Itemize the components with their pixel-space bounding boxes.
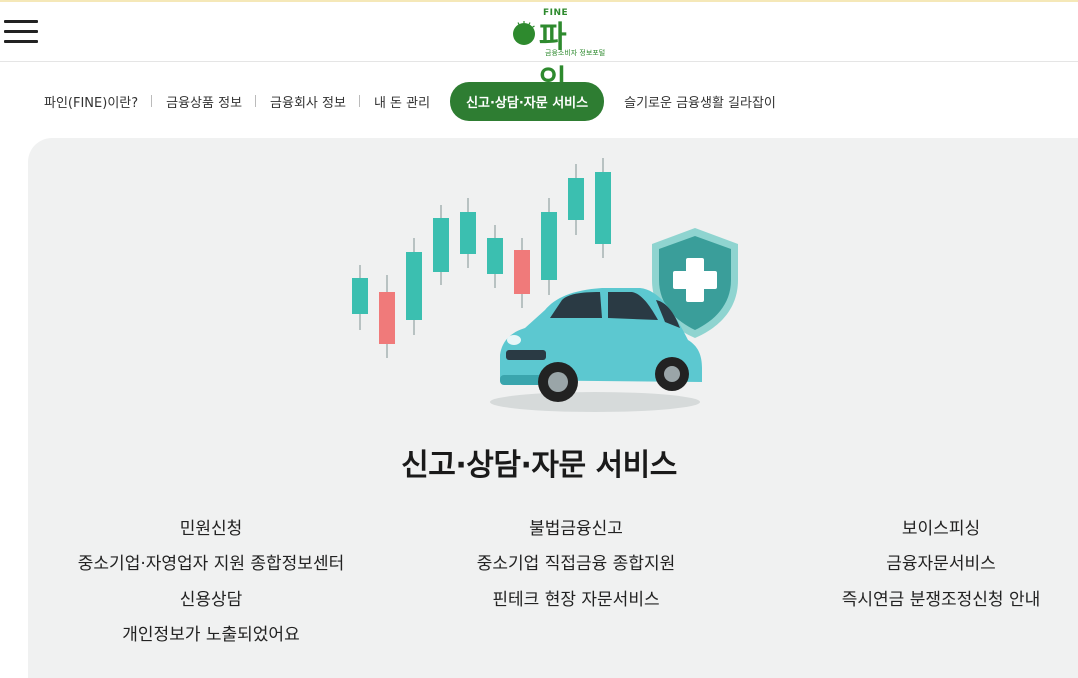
main-nav: 파인(FINE)이란? 금융상품 정보 금융회사 정보 내 돈 관리 신고·상담… (40, 81, 790, 121)
link-illegal-finance-report[interactable]: 불법금융신고 (529, 514, 623, 539)
link-personal-info-exposed[interactable]: 개인정보가 노출되었어요 (122, 620, 299, 645)
section-title: 신고·상담·자문 서비스 (401, 448, 677, 483)
link-financial-advisory[interactable]: 금융자문서비스 (886, 549, 995, 574)
link-sme-support-center[interactable]: 중소기업·자영업자 지원 종합정보센터 (78, 549, 344, 574)
hamburger-menu-icon[interactable] (4, 20, 38, 46)
link-voice-phishing[interactable]: 보이스피싱 (902, 514, 980, 539)
nav-item-financial-life-guide[interactable]: 슬기로운 금융생활 길라잡이 (610, 92, 790, 111)
nav-item-financial-products[interactable]: 금융상품 정보 (152, 92, 256, 111)
nav-item-financial-companies[interactable]: 금융회사 정보 (256, 92, 360, 111)
hero-illustration (352, 158, 738, 412)
nav-item-report-consult-service[interactable]: 신고·상담·자문 서비스 (450, 81, 605, 121)
link-civil-complaint[interactable]: 민원신청 (180, 514, 243, 539)
logo-sun-icon (513, 21, 535, 45)
site-logo[interactable]: FINE 파 인 금융소비자 정보포털 (511, 8, 621, 99)
link-immediate-annuity-dispute[interactable]: 즉시연금 분쟁조정신청 안내 (842, 585, 1041, 610)
nav-item-my-money[interactable]: 내 돈 관리 (360, 92, 444, 111)
link-sme-direct-finance[interactable]: 중소기업 직접금융 종합지원 (477, 549, 676, 574)
logo-subtitle: 금융소비자 정보포털 (545, 49, 606, 57)
nav-item-about-fine[interactable]: 파인(FINE)이란? (40, 92, 153, 111)
link-credit-counseling[interactable]: 신용상담 (180, 585, 243, 610)
link-fintech-advisory[interactable]: 핀테크 현장 자문서비스 (492, 585, 659, 610)
site-header: FINE 파 인 금융소비자 정보포털 (0, 2, 1078, 99)
